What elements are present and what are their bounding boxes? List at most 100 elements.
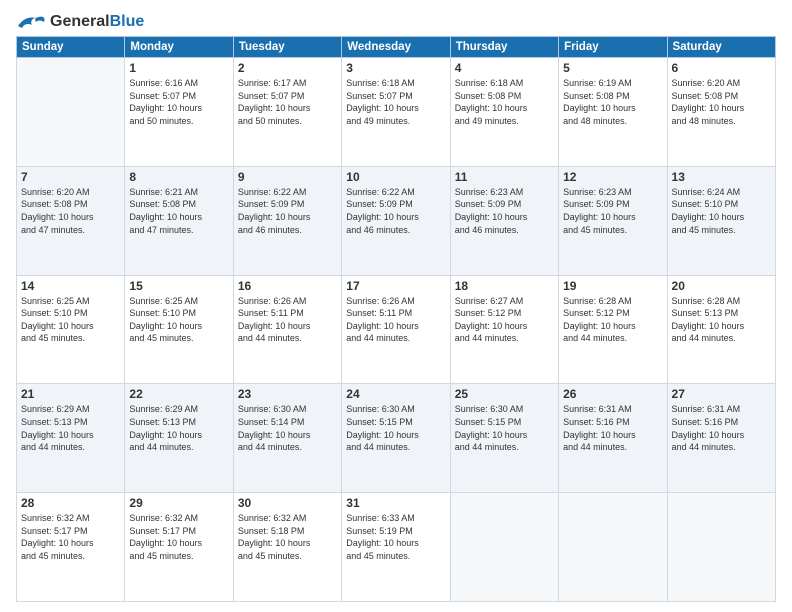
day-info: Sunrise: 6:21 AMSunset: 5:08 PMDaylight:… [129, 186, 228, 236]
day-cell: 1Sunrise: 6:16 AMSunset: 5:07 PMDaylight… [125, 58, 233, 167]
day-cell: 29 Sunrise: 6:32 AMSunset: 5:17 PMDayligh… [125, 493, 233, 602]
day-number: 2 [238, 61, 337, 75]
logo-general: General [50, 13, 110, 30]
day-number: 9 [238, 170, 337, 184]
day-cell: 14 Sunrise: 6:25 AMSunset: 5:10 PMDayligh… [17, 275, 125, 384]
week-row-2: 7 Sunrise: 6:20 AMSunset: 5:08 PMDaylight… [17, 166, 776, 275]
day-cell: 8 Sunrise: 6:21 AMSunset: 5:08 PMDaylight… [125, 166, 233, 275]
day-info: Sunrise: 6:24 AMSunset: 5:10 PMDaylight:… [672, 186, 771, 236]
page: GeneralBlue SundayMondayTuesdayWednesday… [0, 0, 792, 612]
day-cell: 4 Sunrise: 6:18 AMSunset: 5:08 PMDaylight… [450, 58, 558, 167]
day-info: Sunrise: 6:23 AMSunset: 5:09 PMDaylight:… [455, 186, 554, 236]
day-number: 10 [346, 170, 445, 184]
day-cell: 28 Sunrise: 6:32 AMSunset: 5:17 PMDayligh… [17, 493, 125, 602]
day-info: Sunrise: 6:16 AMSunset: 5:07 PMDaylight:… [129, 77, 228, 127]
day-number: 7 [21, 170, 120, 184]
weekday-monday: Monday [125, 37, 233, 58]
week-row-4: 21Sunrise: 6:29 AMSunset: 5:13 PMDayligh… [17, 384, 776, 493]
day-info: Sunrise: 6:20 AMSunset: 5:08 PMDaylight:… [21, 186, 120, 236]
day-number: 13 [672, 170, 771, 184]
day-info: Sunrise: 6:29 AMSunset: 5:13 PMDaylight:… [21, 403, 120, 453]
day-cell: 5 Sunrise: 6:19 AMSunset: 5:08 PMDaylight… [559, 58, 667, 167]
day-info: Sunrise: 6:30 AMSunset: 5:15 PMDaylight:… [346, 403, 445, 453]
week-row-5: 28 Sunrise: 6:32 AMSunset: 5:17 PMDayligh… [17, 493, 776, 602]
day-info: Sunrise: 6:33 AMSunset: 5:19 PMDaylight:… [346, 512, 445, 562]
day-info: Sunrise: 6:17 AMSunset: 5:07 PMDaylight:… [238, 77, 337, 127]
weekday-friday: Friday [559, 37, 667, 58]
day-number: 22 [129, 387, 228, 401]
day-number: 14 [21, 279, 120, 293]
logo: GeneralBlue [16, 12, 144, 32]
day-info: Sunrise: 6:22 AMSunset: 5:09 PMDaylight:… [238, 186, 337, 236]
week-row-1: 1Sunrise: 6:16 AMSunset: 5:07 PMDaylight… [17, 58, 776, 167]
day-cell: 26Sunrise: 6:31 AMSunset: 5:16 PMDayligh… [559, 384, 667, 493]
day-info: Sunrise: 6:25 AMSunset: 5:10 PMDaylight:… [21, 295, 120, 345]
day-cell: 2 Sunrise: 6:17 AMSunset: 5:07 PMDaylight… [233, 58, 341, 167]
day-number: 6 [672, 61, 771, 75]
day-number: 5 [563, 61, 662, 75]
logo-icon [16, 12, 46, 32]
day-info: Sunrise: 6:19 AMSunset: 5:08 PMDaylight:… [563, 77, 662, 127]
day-cell: 27 Sunrise: 6:31 AMSunset: 5:16 PMDayligh… [667, 384, 775, 493]
day-number: 31 [346, 496, 445, 510]
day-cell: 17Sunrise: 6:26 AMSunset: 5:11 PMDayligh… [342, 275, 450, 384]
day-info: Sunrise: 6:26 AMSunset: 5:11 PMDaylight:… [238, 295, 337, 345]
day-number: 12 [563, 170, 662, 184]
day-info: Sunrise: 6:32 AMSunset: 5:17 PMDaylight:… [129, 512, 228, 562]
day-number: 19 [563, 279, 662, 293]
day-number: 27 [672, 387, 771, 401]
day-info: Sunrise: 6:18 AMSunset: 5:08 PMDaylight:… [455, 77, 554, 127]
day-info: Sunrise: 6:30 AMSunset: 5:14 PMDaylight:… [238, 403, 337, 453]
day-cell: 7 Sunrise: 6:20 AMSunset: 5:08 PMDaylight… [17, 166, 125, 275]
day-number: 18 [455, 279, 554, 293]
day-info: Sunrise: 6:32 AMSunset: 5:18 PMDaylight:… [238, 512, 337, 562]
day-number: 20 [672, 279, 771, 293]
day-cell: 16 Sunrise: 6:26 AMSunset: 5:11 PMDayligh… [233, 275, 341, 384]
header: GeneralBlue [16, 12, 776, 32]
calendar-table: SundayMondayTuesdayWednesdayThursdayFrid… [16, 36, 776, 602]
day-info: Sunrise: 6:29 AMSunset: 5:13 PMDaylight:… [129, 403, 228, 453]
weekday-thursday: Thursday [450, 37, 558, 58]
day-number: 16 [238, 279, 337, 293]
day-cell: 12 Sunrise: 6:23 AMSunset: 5:09 PMDayligh… [559, 166, 667, 275]
day-info: Sunrise: 6:25 AMSunset: 5:10 PMDaylight:… [129, 295, 228, 345]
day-info: Sunrise: 6:20 AMSunset: 5:08 PMDaylight:… [672, 77, 771, 127]
day-cell [559, 493, 667, 602]
day-cell: 31 Sunrise: 6:33 AMSunset: 5:19 PMDayligh… [342, 493, 450, 602]
day-number: 26 [563, 387, 662, 401]
day-info: Sunrise: 6:23 AMSunset: 5:09 PMDaylight:… [563, 186, 662, 236]
day-number: 3 [346, 61, 445, 75]
day-number: 28 [21, 496, 120, 510]
weekday-saturday: Saturday [667, 37, 775, 58]
day-cell: 30Sunrise: 6:32 AMSunset: 5:18 PMDayligh… [233, 493, 341, 602]
day-cell [450, 493, 558, 602]
day-cell [17, 58, 125, 167]
day-cell: 11Sunrise: 6:23 AMSunset: 5:09 PMDayligh… [450, 166, 558, 275]
day-cell: 23 Sunrise: 6:30 AMSunset: 5:14 PMDayligh… [233, 384, 341, 493]
weekday-header-row: SundayMondayTuesdayWednesdayThursdayFrid… [17, 37, 776, 58]
day-cell: 24Sunrise: 6:30 AMSunset: 5:15 PMDayligh… [342, 384, 450, 493]
day-cell: 19 Sunrise: 6:28 AMSunset: 5:12 PMDayligh… [559, 275, 667, 384]
day-number: 23 [238, 387, 337, 401]
weekday-sunday: Sunday [17, 37, 125, 58]
weekday-tuesday: Tuesday [233, 37, 341, 58]
week-row-3: 14 Sunrise: 6:25 AMSunset: 5:10 PMDayligh… [17, 275, 776, 384]
day-cell: 15Sunrise: 6:25 AMSunset: 5:10 PMDayligh… [125, 275, 233, 384]
day-cell: 10 Sunrise: 6:22 AMSunset: 5:09 PMDayligh… [342, 166, 450, 275]
day-info: Sunrise: 6:31 AMSunset: 5:16 PMDaylight:… [672, 403, 771, 453]
day-info: Sunrise: 6:22 AMSunset: 5:09 PMDaylight:… [346, 186, 445, 236]
day-cell: 13 Sunrise: 6:24 AMSunset: 5:10 PMDayligh… [667, 166, 775, 275]
day-number: 25 [455, 387, 554, 401]
day-info: Sunrise: 6:18 AMSunset: 5:07 PMDaylight:… [346, 77, 445, 127]
day-info: Sunrise: 6:28 AMSunset: 5:12 PMDaylight:… [563, 295, 662, 345]
day-cell [667, 493, 775, 602]
logo-blue: Blue [110, 13, 145, 30]
day-number: 8 [129, 170, 228, 184]
day-cell: 22 Sunrise: 6:29 AMSunset: 5:13 PMDayligh… [125, 384, 233, 493]
day-info: Sunrise: 6:26 AMSunset: 5:11 PMDaylight:… [346, 295, 445, 345]
day-number: 29 [129, 496, 228, 510]
day-number: 4 [455, 61, 554, 75]
day-info: Sunrise: 6:30 AMSunset: 5:15 PMDaylight:… [455, 403, 554, 453]
day-cell: 3 Sunrise: 6:18 AMSunset: 5:07 PMDaylight… [342, 58, 450, 167]
day-info: Sunrise: 6:32 AMSunset: 5:17 PMDaylight:… [21, 512, 120, 562]
